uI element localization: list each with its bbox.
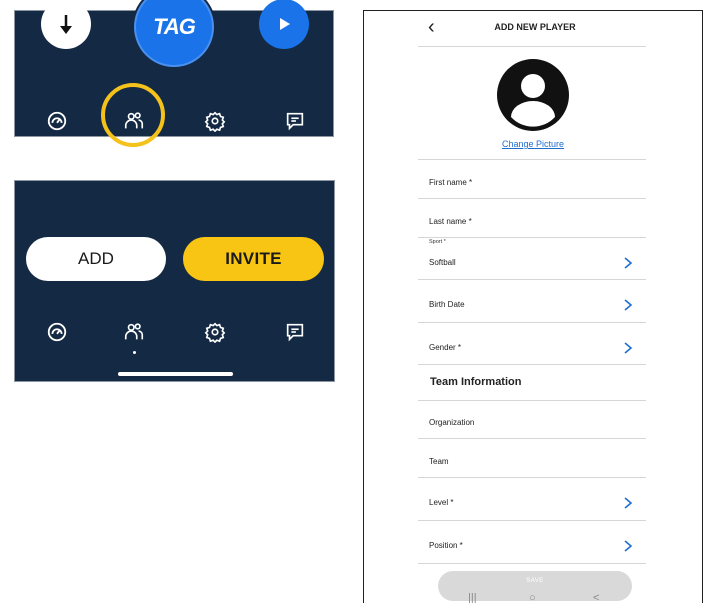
change-picture-link[interactable]: Change Picture: [364, 139, 702, 149]
home-nav-icon[interactable]: ○: [529, 592, 536, 603]
highlight-ring: [101, 83, 165, 147]
nav-settings[interactable]: [203, 109, 227, 133]
chat-icon: [286, 112, 304, 131]
nav-messages-2[interactable]: [283, 320, 307, 344]
avatar-icon[interactable]: [497, 59, 569, 131]
chevron-right-icon[interactable]: [623, 540, 633, 552]
tab-bar-panel-top: TAG: [14, 0, 334, 147]
sport-label: Sport *: [429, 239, 446, 245]
section-heading: Team Information: [430, 376, 522, 388]
back-nav-icon[interactable]: <: [593, 592, 599, 603]
divider: [418, 400, 646, 401]
divider: [418, 438, 646, 439]
add-player-screen: ‹ ADD NEW PLAYER Change Picture First na…: [363, 10, 703, 603]
divider: [418, 477, 646, 478]
nav-dashboard-2[interactable]: [45, 320, 69, 344]
dashboard-icon: [47, 111, 67, 131]
arrow-down-icon: [60, 15, 72, 34]
gear-icon: [204, 111, 226, 132]
level-field[interactable]: Level *: [429, 498, 453, 507]
chevron-right-icon[interactable]: [623, 257, 633, 269]
tab-bar-panel-bottom: ADD INVITE: [14, 180, 335, 382]
page-title: ADD NEW PLAYER: [494, 22, 576, 32]
divider: [418, 198, 646, 199]
recents-nav-icon[interactable]: |||: [468, 592, 477, 603]
chevron-right-icon[interactable]: [623, 497, 633, 509]
home-indicator: [118, 372, 233, 376]
birth-date-field[interactable]: Birth Date: [429, 300, 465, 309]
tag-button[interactable]: TAG: [136, 0, 212, 65]
chevron-right-icon[interactable]: [623, 299, 633, 311]
gender-field[interactable]: Gender *: [429, 343, 461, 352]
position-field[interactable]: Position *: [429, 541, 463, 550]
nav-settings-2[interactable]: [203, 320, 227, 344]
sport-select[interactable]: Softball: [429, 258, 456, 267]
divider: [418, 563, 646, 564]
download-button[interactable]: [41, 0, 91, 49]
team-field[interactable]: Team: [429, 457, 449, 466]
nav-dashboard[interactable]: [45, 109, 69, 133]
tag-logo-text: TAG: [153, 14, 196, 39]
divider: [418, 159, 646, 160]
play-button[interactable]: [259, 0, 309, 49]
gear-icon: [204, 322, 226, 343]
dashboard-icon: [47, 322, 67, 342]
active-tab-dot: [133, 351, 136, 354]
chat-icon: [286, 323, 304, 342]
divider: [418, 237, 646, 238]
last-name-field[interactable]: Last name *: [429, 217, 472, 226]
divider: [418, 364, 646, 365]
add-button[interactable]: ADD: [26, 237, 166, 281]
users-icon: [124, 323, 144, 340]
nav-messages[interactable]: [283, 109, 307, 133]
chevron-right-icon[interactable]: [623, 342, 633, 354]
divider: [418, 279, 646, 280]
nav-players-2[interactable]: [122, 320, 146, 344]
organization-field[interactable]: Organization: [429, 418, 474, 427]
play-icon: [280, 18, 290, 30]
divider: [418, 322, 646, 323]
invite-button[interactable]: INVITE: [183, 237, 324, 281]
divider: [418, 520, 646, 521]
first-name-field[interactable]: First name *: [429, 178, 472, 187]
divider: [418, 46, 646, 47]
